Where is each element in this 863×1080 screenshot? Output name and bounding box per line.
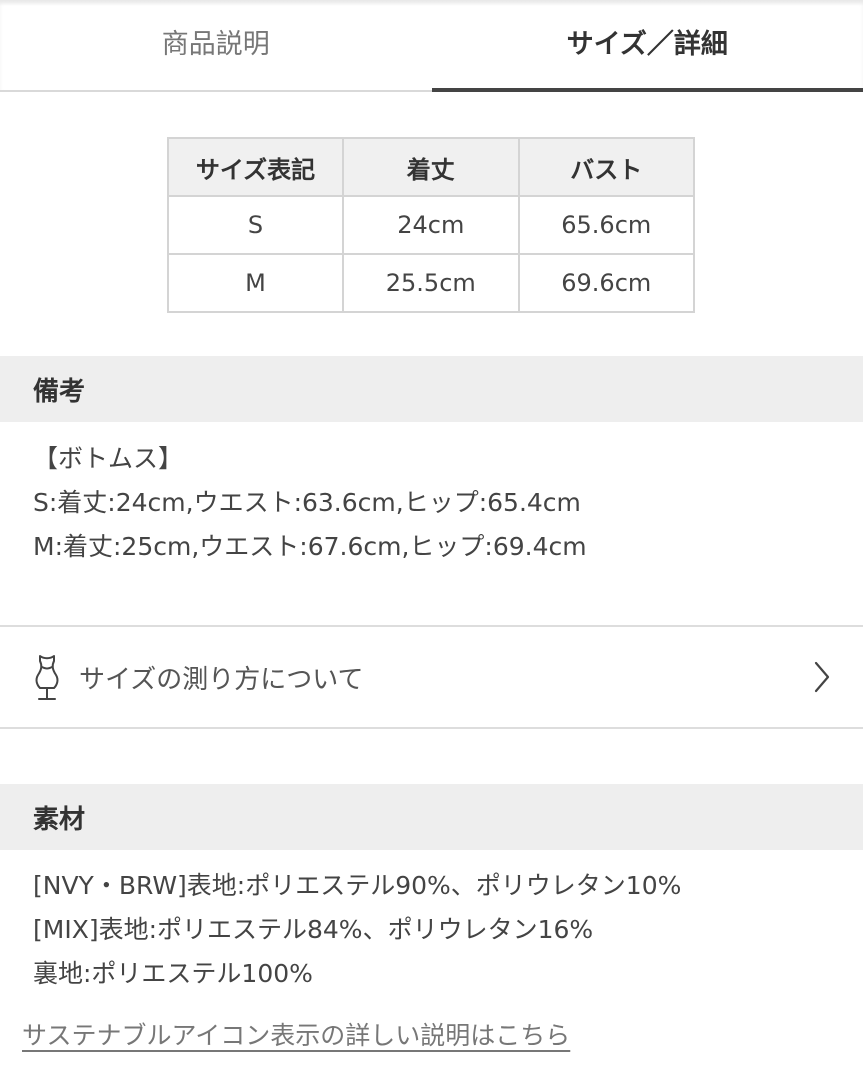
tab-product-description[interactable]: 商品説明 — [0, 0, 432, 92]
table-cell: 24cm — [342, 195, 520, 255]
notes-line: S:着丈:24cm,ウエスト:63.6cm,ヒップ:65.4cm — [33, 488, 581, 517]
active-tab-indicator — [432, 88, 863, 92]
column-header-bust: バスト — [517, 137, 696, 197]
table-cell: M — [166, 253, 345, 313]
column-header-size: サイズ表記 — [166, 137, 345, 197]
tab-size-details[interactable]: サイズ／詳細 — [432, 0, 863, 92]
table-header-row: サイズ表記 着丈 バスト — [166, 137, 696, 197]
tab-bar: 商品説明 サイズ／詳細 — [0, 0, 863, 92]
sustainable-icon-info-link[interactable]: サステナブルアイコン表示の詳しい説明はこちら — [22, 1016, 570, 1052]
material-line: [MIX]表地:ポリエステル84%、ポリウレタン16% — [33, 915, 594, 944]
divider — [0, 727, 863, 729]
notes-text: 【ボトムス】 S:着丈:24cm,ウエスト:63.6cm,ヒップ:65.4cm … — [33, 437, 587, 569]
table-cell: 69.6cm — [517, 253, 696, 313]
size-detail-page: 商品説明 サイズ／詳細 サイズ表記 着丈 バスト S 24cm 65.6cm M… — [0, 0, 863, 1080]
chevron-right-icon — [814, 661, 830, 693]
material-line: [NVY・BRW]表地:ポリエステル90%、ポリウレタン10% — [33, 871, 682, 900]
table-row: S 24cm 65.6cm — [166, 195, 696, 255]
material-line: 裏地:ポリエステル100% — [33, 959, 313, 988]
table-cell: 65.6cm — [517, 195, 696, 255]
table-cell: S — [166, 195, 345, 255]
table-cell: 25.5cm — [342, 253, 520, 313]
column-header-length: 着丈 — [342, 137, 520, 197]
notes-line: 【ボトムス】 — [33, 444, 184, 473]
size-measurement-label: サイズの測り方について — [79, 665, 364, 695]
table-row: M 25.5cm 69.6cm — [166, 253, 696, 313]
size-table: サイズ表記 着丈 バスト S 24cm 65.6cm M 25.5cm 69.6… — [166, 137, 696, 313]
notes-section-title: 備考 — [0, 356, 863, 422]
size-measurement-link[interactable]: サイズの測り方について — [0, 627, 863, 727]
notes-line: M:着丈:25cm,ウエスト:67.6cm,ヒップ:69.4cm — [33, 532, 587, 561]
dress-form-icon — [35, 655, 59, 700]
material-section-title: 素材 — [0, 784, 863, 850]
material-text: [NVY・BRW]表地:ポリエステル90%、ポリウレタン10% [MIX]表地:… — [33, 864, 681, 996]
